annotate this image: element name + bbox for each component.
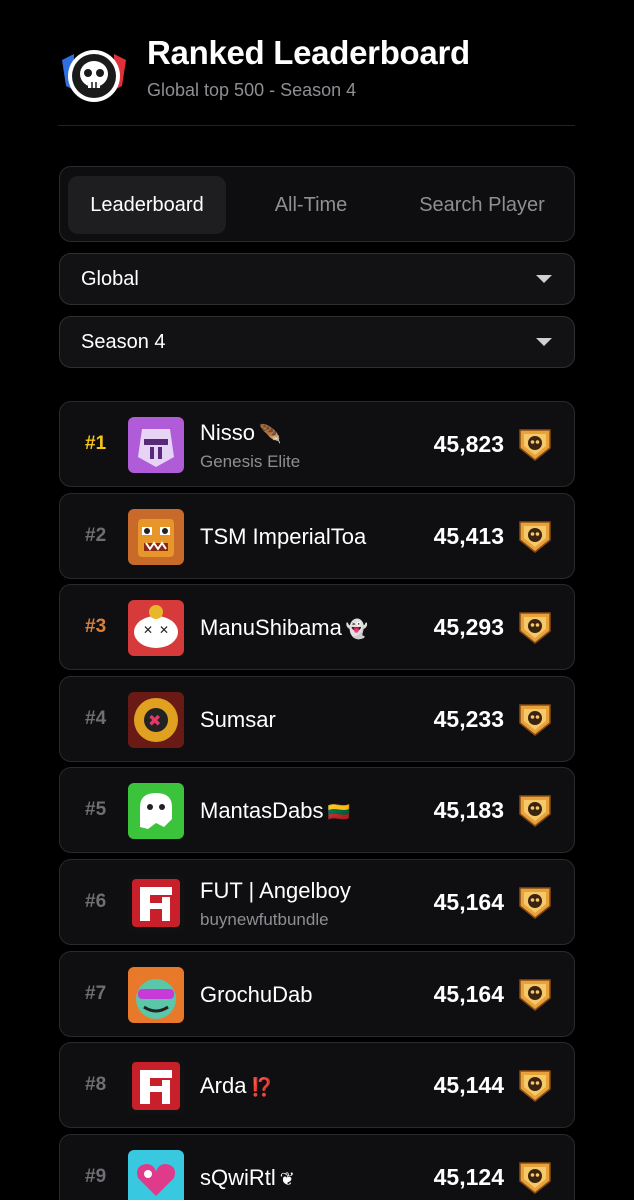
tiki-mask-avatar-icon bbox=[128, 508, 184, 565]
season-select-value: Season 4 bbox=[81, 331, 166, 353]
fut-logo-avatar-icon bbox=[128, 1058, 184, 1115]
player-name-text: Arda bbox=[200, 1073, 247, 1099]
player-rank: #6 bbox=[85, 891, 107, 912]
tab-all-time[interactable]: All-Time bbox=[238, 176, 384, 234]
player-rank: #3 bbox=[85, 616, 107, 638]
player-name-suffix: ❦ bbox=[279, 1168, 295, 1189]
leaderboard-row[interactable]: #2 TSM ImperialToa 45,413 bbox=[59, 492, 575, 579]
region-select[interactable]: Global bbox=[59, 253, 575, 305]
player-name: Sumsar bbox=[200, 707, 276, 733]
player-name-text: MantasDabs bbox=[200, 798, 324, 824]
player-club: Genesis Elite bbox=[200, 452, 301, 471]
player-name-suffix: 🪶 bbox=[259, 424, 282, 444]
player-name: MantasDabs 🇱🇹 bbox=[200, 798, 350, 824]
svg-text:✕: ✕ bbox=[159, 623, 169, 637]
player-score: 45,164 bbox=[433, 980, 504, 1007]
masters-skull-badge-icon bbox=[518, 426, 552, 462]
leaderboard-row[interactable]: #5 MantasDabs 🇱🇹 45,183 bbox=[59, 767, 575, 854]
crossed-target-avatar-icon: ✖ bbox=[128, 691, 184, 748]
tab-search-player[interactable]: Search Player bbox=[396, 176, 568, 234]
player-name-text: Nisso bbox=[200, 420, 256, 445]
svg-text:✖: ✖ bbox=[148, 711, 161, 730]
knight-helmet-avatar-icon bbox=[128, 417, 184, 473]
chevron-down-icon bbox=[536, 275, 552, 283]
player-rank: #1 bbox=[85, 433, 107, 454]
leaderboard-row[interactable]: #6 FUT | Angelboy buynewfutbundle 45,164 bbox=[59, 859, 575, 945]
dizzy-skull-avatar-icon: ✕ ✕ bbox=[128, 600, 184, 657]
tab-leaderboard[interactable]: Leaderboard bbox=[68, 176, 226, 234]
player-score: 45,233 bbox=[433, 705, 504, 732]
player-rank: #5 bbox=[85, 799, 107, 821]
leaderboard-row[interactable]: #3 ✕ ✕ ManuShibama 👻 45,293 bbox=[59, 584, 575, 671]
masters-skull-badge-icon bbox=[518, 701, 552, 737]
player-name: sQwiRtl ❦ bbox=[200, 1165, 295, 1191]
masters-skull-badge-icon bbox=[518, 1067, 552, 1103]
player-score: 45,144 bbox=[433, 1072, 504, 1099]
player-name-suffix: ⁉️ bbox=[250, 1077, 273, 1098]
player-name: Arda ⁉️ bbox=[200, 1073, 273, 1099]
heart-avatar-icon bbox=[128, 1149, 184, 1200]
masters-skull-badge-icon bbox=[518, 884, 552, 920]
ghost-avatar-icon bbox=[128, 783, 184, 840]
player-name-text: FUT | Angelboy bbox=[200, 878, 351, 903]
season-select[interactable]: Season 4 bbox=[59, 316, 575, 368]
player-name: FUT | Angelboy bbox=[200, 878, 351, 904]
masters-skull-badge-icon bbox=[518, 792, 552, 828]
player-score: 45,164 bbox=[433, 889, 504, 915]
player-rank: #2 bbox=[85, 524, 107, 546]
page-subtitle: Global top 500 - Season 4 bbox=[147, 80, 357, 100]
player-score: 45,183 bbox=[433, 797, 504, 824]
masters-skull-badge-icon bbox=[518, 518, 552, 554]
player-name-suffix: 👻 bbox=[345, 619, 369, 640]
player-club: buynewfutbundle bbox=[200, 910, 329, 929]
player-score: 45,293 bbox=[433, 614, 504, 641]
chevron-down-icon bbox=[536, 338, 552, 346]
player-name-text: GrochuDab bbox=[200, 981, 313, 1007]
leaderboard-row[interactable]: #9 sQwiRtl ❦ 45,124 bbox=[59, 1133, 575, 1200]
player-rank: #9 bbox=[85, 1165, 107, 1187]
tab-bar: Leaderboard All-Time Search Player bbox=[59, 166, 575, 242]
skull-shield-logo-icon bbox=[62, 50, 126, 102]
player-name: ManuShibama 👻 bbox=[200, 615, 368, 641]
masters-skull-badge-icon bbox=[518, 1159, 552, 1195]
player-rank: #4 bbox=[85, 707, 107, 729]
leaderboard-row[interactable]: #4 ✖ Sumsar 45,233 bbox=[59, 675, 575, 762]
page-header: Ranked Leaderboard Global top 500 - Seas… bbox=[58, 30, 575, 126]
player-rank: #7 bbox=[85, 982, 107, 1004]
player-name-suffix: 🇱🇹 bbox=[327, 802, 350, 823]
player-rank: #8 bbox=[85, 1074, 107, 1096]
player-name: TSM ImperialToa bbox=[200, 524, 366, 550]
player-name: Nisso 🪶 bbox=[200, 420, 281, 446]
leaderboard-row[interactable]: #8 Arda ⁉️ 45,144 bbox=[59, 1042, 575, 1129]
player-name-text: TSM ImperialToa bbox=[200, 523, 367, 549]
player-name: GrochuDab bbox=[200, 982, 313, 1008]
player-score: 45,823 bbox=[433, 431, 504, 457]
masters-skull-badge-icon bbox=[518, 976, 552, 1012]
player-name-text: sQwiRtl bbox=[200, 1164, 276, 1190]
player-score: 45,413 bbox=[433, 522, 504, 549]
sunglasses-monster-avatar-icon bbox=[128, 966, 184, 1023]
leaderboard-row[interactable]: #1 Nisso 🪶 Genesis Elite 45,823 bbox=[59, 401, 575, 487]
player-score: 45,124 bbox=[433, 1163, 504, 1190]
leaderboard-row[interactable]: #7 GrochuDab 45,164 bbox=[59, 950, 575, 1037]
player-name-text: Sumsar bbox=[200, 706, 276, 732]
region-select-value: Global bbox=[81, 268, 139, 290]
player-name-text: ManuShibama bbox=[200, 615, 342, 641]
page-title: Ranked Leaderboard bbox=[147, 34, 470, 71]
fut-logo-avatar-icon bbox=[128, 875, 184, 931]
svg-text:✕: ✕ bbox=[143, 623, 153, 637]
masters-skull-badge-icon bbox=[518, 609, 552, 645]
